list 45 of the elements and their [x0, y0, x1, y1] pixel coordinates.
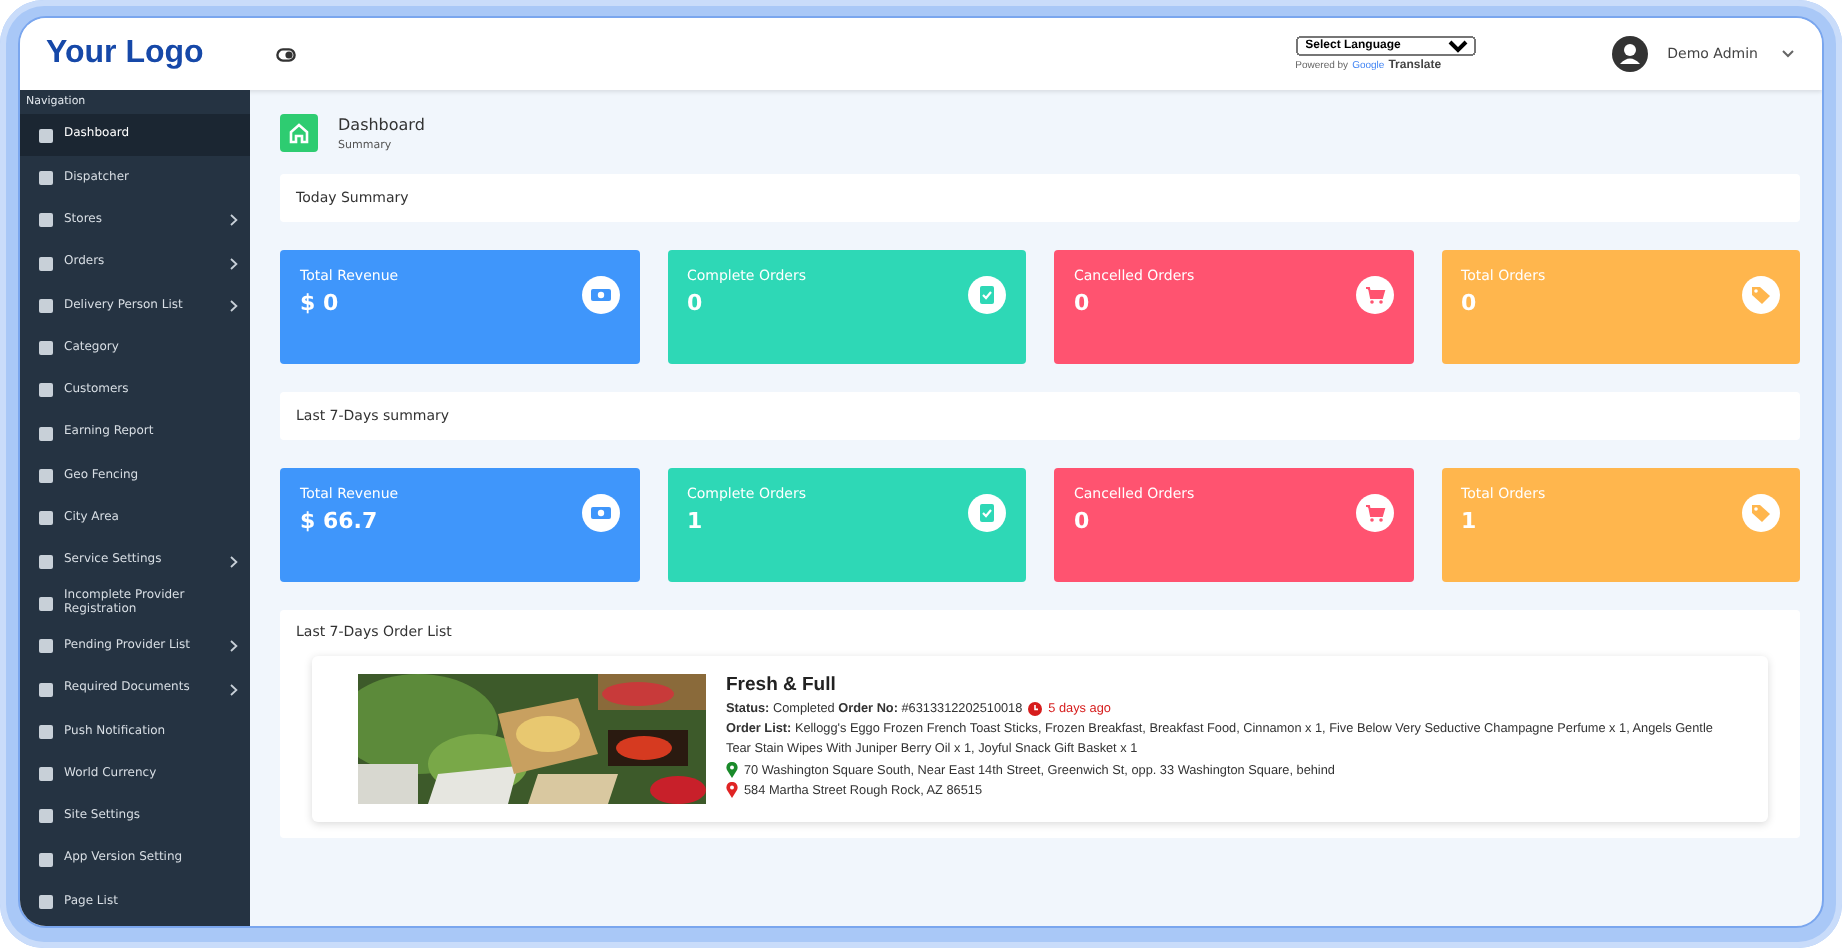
map-pin-icon: [726, 762, 738, 779]
stat-value: 0: [1461, 290, 1479, 316]
square-icon: [38, 297, 54, 314]
tags-icon: [1742, 276, 1780, 314]
square-icon: [38, 766, 54, 783]
map-pin-icon: [726, 782, 738, 799]
square-icon: [38, 425, 54, 442]
stat-value: 1: [687, 508, 705, 534]
tags-icon: [1742, 494, 1780, 532]
banknote-icon: [581, 276, 619, 314]
stat-value: 1: [1461, 508, 1479, 534]
stat-value: 0: [687, 290, 705, 316]
clock-icon: [1028, 702, 1043, 716]
banknote-icon: [581, 494, 619, 532]
square-icon: [38, 893, 54, 910]
page-title: Dashboard: [338, 115, 425, 133]
clipboard-check-icon: [968, 494, 1006, 532]
square-icon: [38, 510, 54, 527]
clipboard-check-icon: [968, 276, 1006, 314]
cart-icon: [1355, 276, 1393, 314]
square-icon: [38, 553, 54, 570]
square-icon: [38, 255, 54, 272]
toggle-icon[interactable]: [275, 47, 296, 61]
stat-value: $ 66.7: [300, 508, 380, 534]
square-icon: [38, 340, 54, 357]
square-icon: [38, 681, 54, 697]
chevron-down-icon[interactable]: [1782, 50, 1794, 58]
square-icon: [38, 382, 54, 399]
stat-value: $ 0: [300, 290, 341, 316]
square-icon: [38, 468, 54, 485]
square-icon: [38, 723, 54, 740]
stat-value: 0: [1074, 508, 1092, 534]
home-icon: [280, 114, 318, 152]
logo[interactable]: Your Logo: [46, 36, 204, 72]
square-icon: [38, 169, 54, 186]
square-icon: [38, 127, 54, 144]
square-icon: [38, 808, 54, 825]
store-name: Fresh & Full: [726, 674, 838, 696]
stat-value: 0: [1074, 290, 1092, 316]
square-icon: [38, 638, 54, 655]
square-icon: [38, 851, 54, 868]
square-icon: [38, 595, 54, 612]
cart-icon: [1355, 494, 1393, 532]
avatar-icon[interactable]: [1611, 36, 1648, 72]
square-icon: [38, 212, 54, 229]
